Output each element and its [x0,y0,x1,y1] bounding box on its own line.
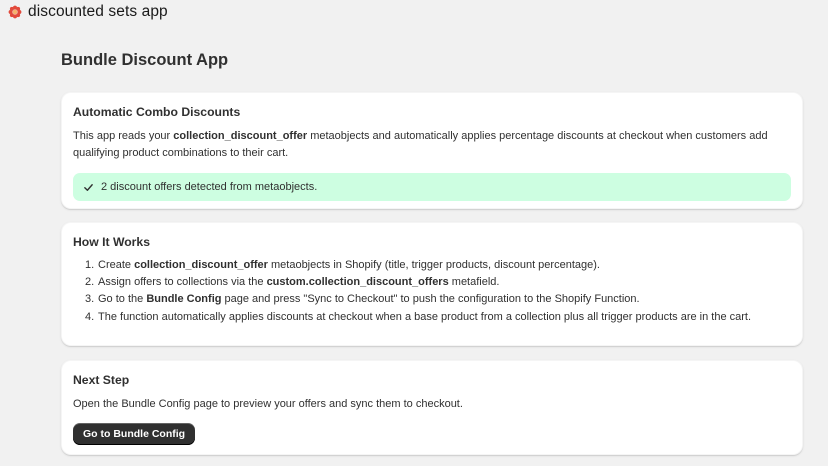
step-text-pre: The function automatically applies disco… [98,310,752,323]
step-text: Go to the Bundle Config page and press "… [98,291,640,308]
card-title: Automatic Combo Discounts [73,105,241,119]
step-number: 3. [85,293,95,306]
card-description: Open the Bundle Config page to preview y… [73,398,463,410]
flower-logo-icon [8,5,22,19]
step-text: Assign offers to collections via the cus… [98,274,499,291]
list-item: 2. Assign offers to collections via the c… [85,274,791,291]
success-banner: 2 discount offers detected from metaobje… [73,173,791,201]
banner-text: 2 discount offers detected from metaobje… [101,181,318,193]
app-name: discounted sets app [28,3,168,20]
step-text-bold: custom.collection_discount_offers [266,276,449,289]
checkmark-icon [84,183,93,191]
metaobject-name: collection_discount_offer [173,130,308,142]
list-item: 1. Create collection_discount_offer metao… [85,257,791,274]
card-title: Next Step [73,373,130,387]
step-text-pre: Assign offers to collections via the [98,276,267,289]
step-number: 4. [85,310,95,323]
step-number: 2. [85,276,95,289]
step-text-pre: Create [98,259,135,271]
card-title: How It Works [73,235,150,249]
description-text: This app reads your [73,130,174,142]
how-it-works-card: How It Works 1. Create collection_discoun… [61,222,803,346]
go-to-bundle-config-button[interactable]: Go to Bundle Config [73,423,196,445]
step-text: The function automatically applies disco… [98,309,751,326]
list-item: 4. The function automatically applies dis… [85,309,791,326]
card-description: This app reads your collection_discount_… [73,128,791,162]
app-header: discounted sets app [0,0,828,24]
automatic-combo-discounts-card: Automatic Combo Discounts This app reads… [61,92,803,209]
next-step-card: Next Step Open the Bundle Config page to… [61,360,803,455]
step-text-bold: Bundle Config [146,293,222,306]
list-item: 3. Go to the Bundle Config page and press… [85,291,791,308]
step-text-post: page and press "Sync to Checkout" to pus… [221,293,640,306]
step-text-bold: collection_discount_offer [134,259,268,271]
step-text-pre: Go to the [98,293,147,306]
step-text-post: metaobjects in Shopify (title, trigger p… [267,259,600,271]
steps-list: 1. Create collection_discount_offer metao… [73,257,791,326]
step-number: 1. [85,259,95,271]
step-text: Create collection_discount_offer metaobj… [98,257,600,274]
page-title: Bundle Discount App [61,51,229,69]
step-text-post: metafield. [448,276,500,289]
